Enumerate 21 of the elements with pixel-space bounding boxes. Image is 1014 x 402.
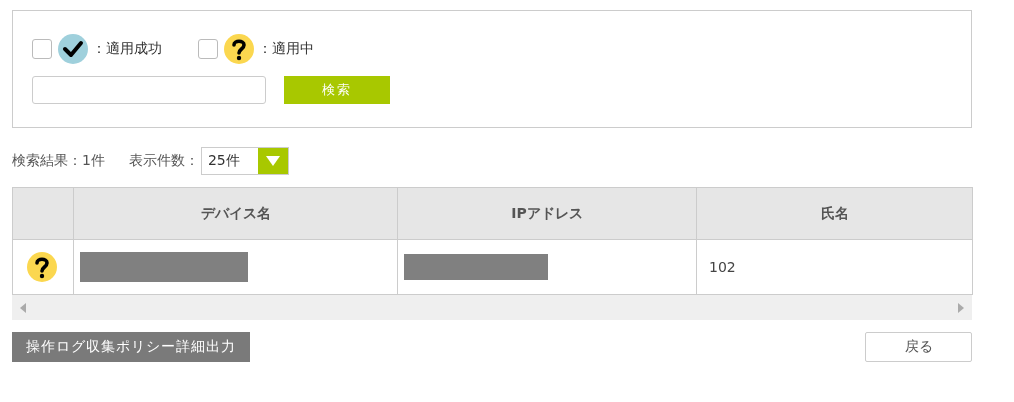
result-count: 検索結果：1件 xyxy=(12,152,105,170)
filter-label: ：適用中 xyxy=(258,40,314,58)
question-icon xyxy=(224,34,254,64)
table-cell: 102 xyxy=(696,239,973,295)
checkbox[interactable] xyxy=(32,39,52,59)
filter-label: ：適用成功 xyxy=(92,40,162,58)
column-header: デバイス名 xyxy=(73,187,398,240)
scroll-right-icon[interactable] xyxy=(958,302,964,313)
search-field[interactable] xyxy=(32,76,266,104)
column-header: 氏名 xyxy=(696,187,973,240)
caret-icon xyxy=(265,156,280,166)
page-size-dropdown[interactable]: 25件 xyxy=(200,147,289,175)
column-header: IPアドレス xyxy=(397,187,697,240)
question-icon xyxy=(27,252,57,282)
checkbox[interactable] xyxy=(198,39,218,59)
checkmark-icon xyxy=(58,34,88,64)
scroll-left-icon[interactable] xyxy=(20,302,26,313)
horizontal-scrollbar[interactable] xyxy=(12,295,972,320)
back-button[interactable]: 戻る xyxy=(865,332,972,362)
export-button[interactable]: 操作ログ収集ポリシー詳細出力 xyxy=(12,332,250,362)
page-size-label: 表示件数： xyxy=(128,152,199,170)
